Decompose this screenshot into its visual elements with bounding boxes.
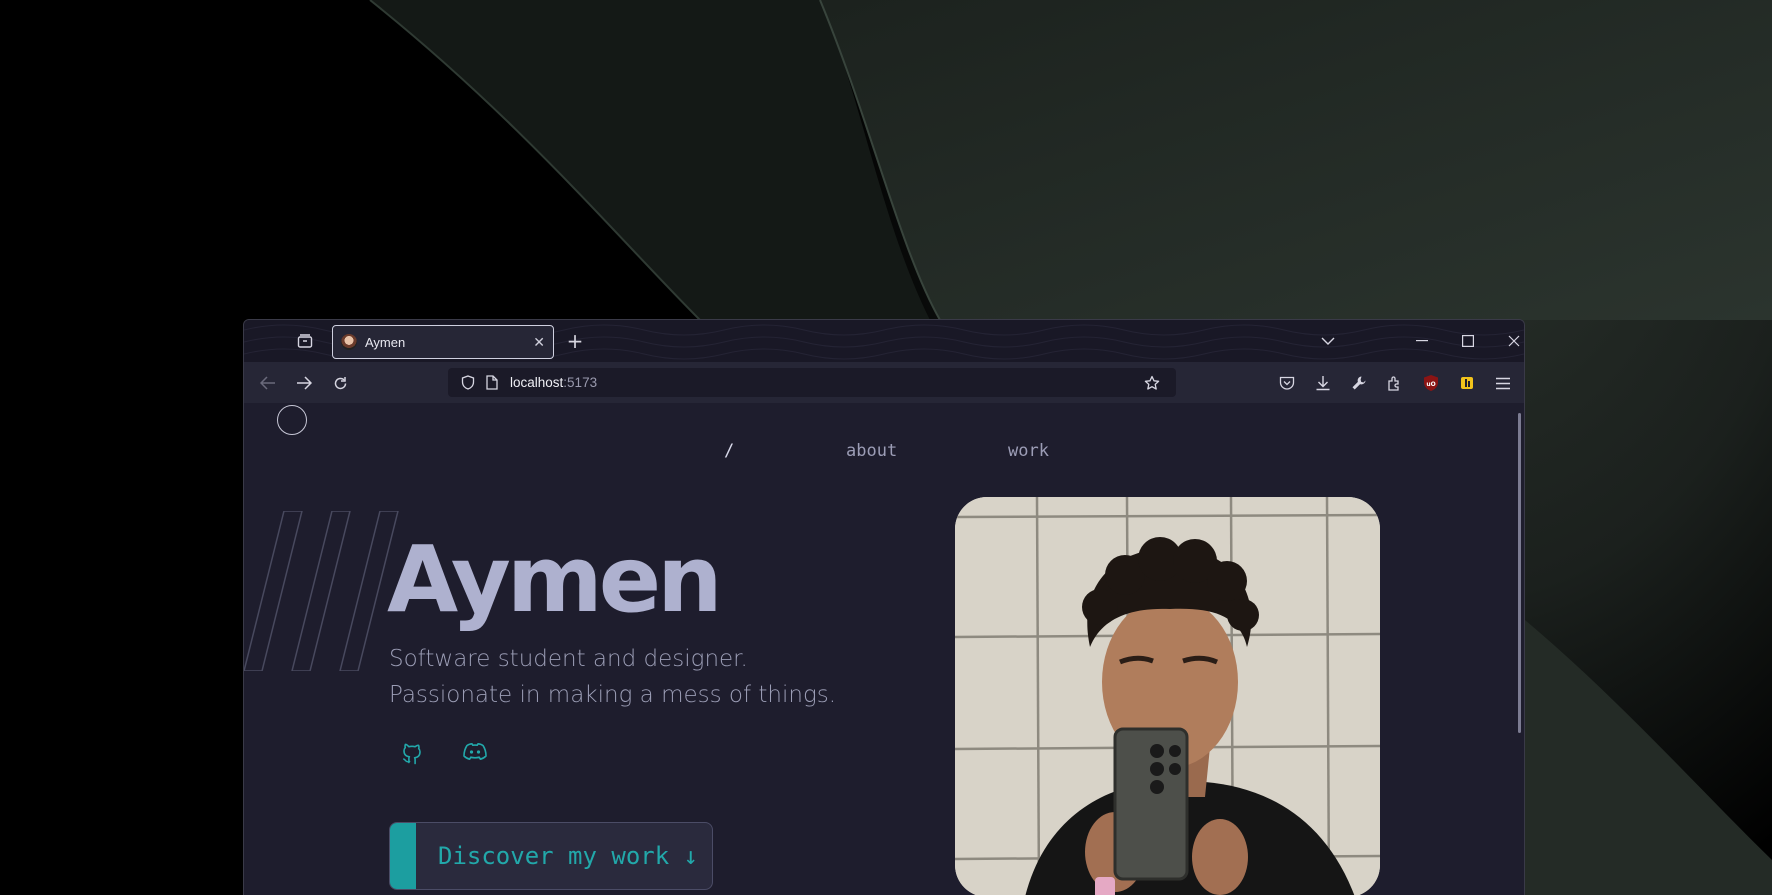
hero-name-heading: Aymen [387,526,723,633]
svg-text:uO: uO [1426,381,1435,388]
tab-overview-icon[interactable] [290,326,320,356]
url-bar[interactable]: localhost:5173 [448,368,1176,397]
password-manager-icon[interactable] [1452,368,1482,398]
nav-toolbar: localhost:5173 uO [244,362,1524,403]
profile-photo [955,497,1380,895]
menu-hamburger-icon[interactable] [1488,368,1518,398]
maximize-icon[interactable] [1453,326,1483,356]
tab-aymen[interactable]: Aymen ✕ [332,325,554,359]
site-favicon-icon [341,334,357,350]
cta-accent-bar [390,823,416,889]
hero-description: Software student and designer. Passionat… [389,641,836,713]
hero-line-1: Software student and designer. [389,646,748,672]
close-tab-icon[interactable]: ✕ [533,334,545,351]
github-icon[interactable] [399,738,427,766]
minimize-icon[interactable] [1407,326,1437,356]
tracking-shield-icon[interactable] [458,373,478,393]
list-tabs-icon[interactable] [1313,326,1343,356]
url-port: :5173 [563,375,598,390]
new-tab-icon[interactable]: + [560,326,590,356]
page-scrollbar[interactable] [1518,413,1521,733]
nav-work-link[interactable]: work [1008,441,1049,461]
url-host: localhost [510,375,564,390]
downloads-icon[interactable] [1308,368,1338,398]
forward-icon[interactable] [289,368,319,398]
browser-window: Aymen ✕ + localhost:5173 uO / about wor… [243,319,1525,895]
discover-work-button[interactable]: Discover my work ↓ [389,822,713,890]
tab-title: Aymen [365,334,406,350]
custom-cursor-circle [277,405,307,435]
cta-label: Discover my work ↓ [438,842,699,870]
page-content: / about work Aymen Software student and … [244,403,1524,895]
bookmark-star-icon[interactable] [1142,373,1162,393]
extensions-icon[interactable] [1380,368,1410,398]
back-icon[interactable] [253,368,283,398]
devtools-wrench-icon[interactable] [1344,368,1374,398]
hero-line-2: Passionate in making a mess of things. [389,682,837,708]
reload-icon[interactable] [325,368,355,398]
nav-home-link[interactable]: / [724,441,734,461]
tab-bar: Aymen ✕ + [244,320,1524,362]
pocket-icon[interactable] [1272,368,1302,398]
social-links [399,738,489,766]
discord-icon[interactable] [461,738,489,766]
page-info-icon[interactable] [482,373,502,393]
nav-about-link[interactable]: about [846,441,897,461]
close-window-icon[interactable] [1499,326,1524,356]
ublock-origin-icon[interactable]: uO [1416,368,1446,398]
